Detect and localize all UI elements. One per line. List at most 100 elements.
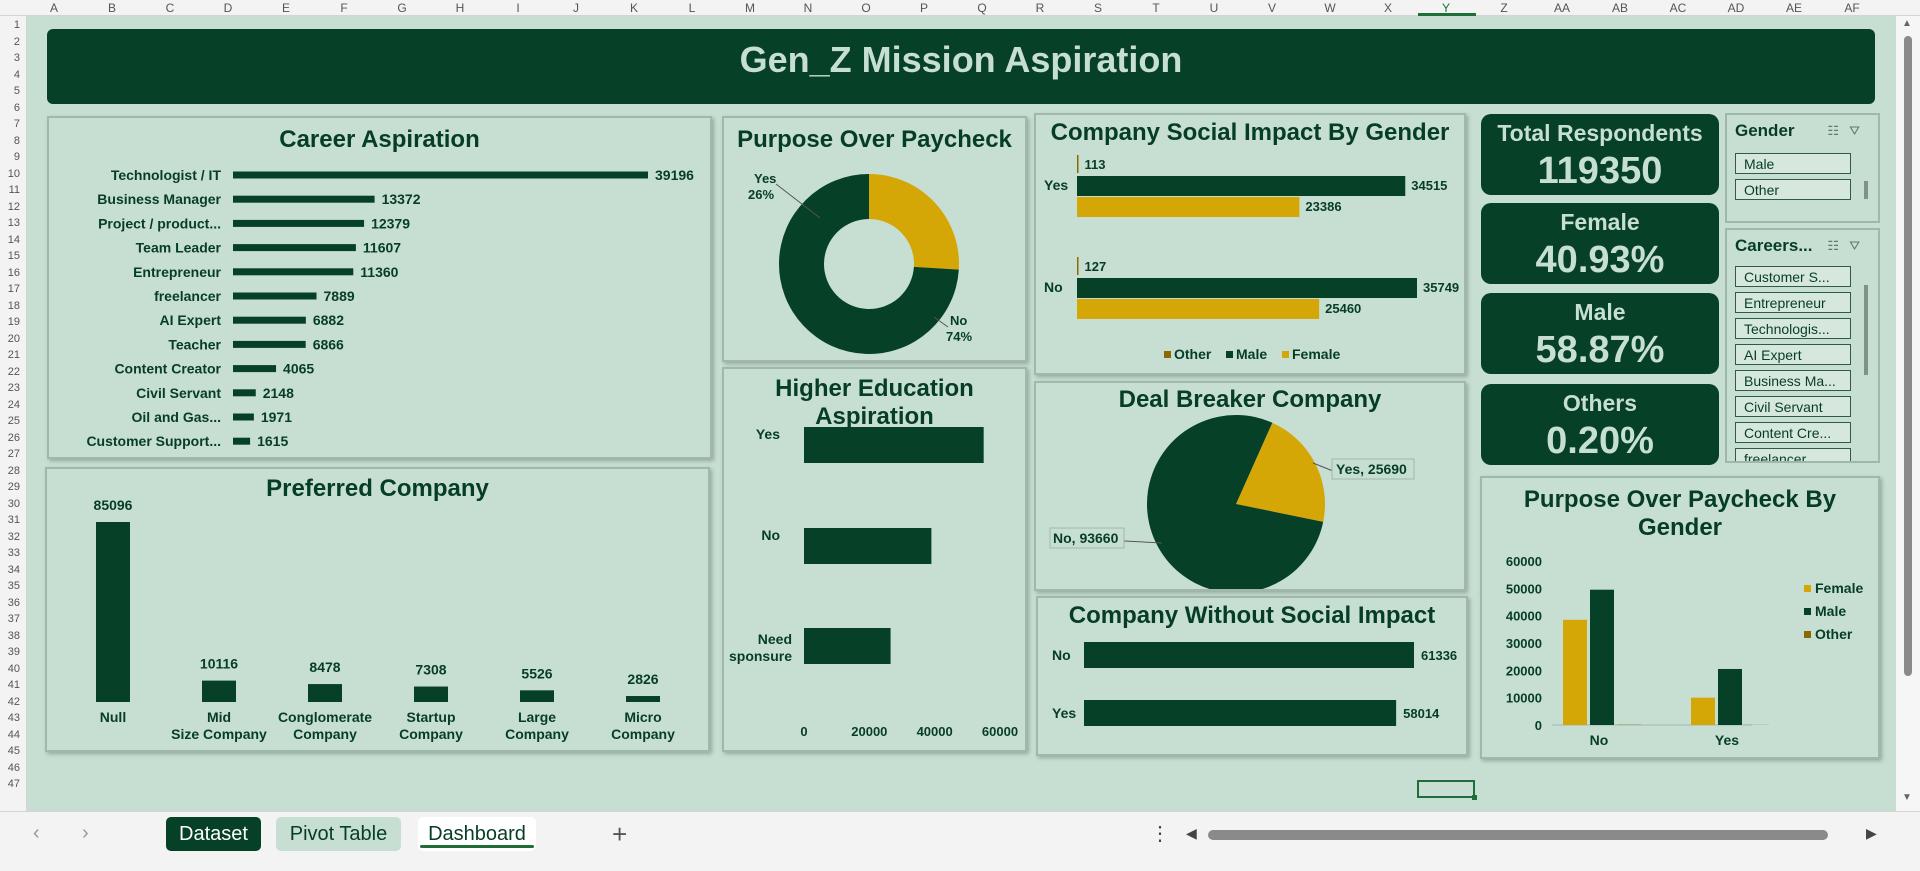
row-header-30[interactable]: 30 [8, 498, 20, 510]
row-header-21[interactable]: 21 [8, 349, 20, 361]
slicer-item[interactable]: Customer S... [1735, 266, 1851, 287]
row-header-34[interactable]: 34 [8, 564, 20, 576]
scroll-up-icon[interactable]: ▲ [1902, 18, 1912, 29]
vertical-scrollbar[interactable]: ▲ ▼ [1896, 16, 1920, 811]
row-header-10[interactable]: 10 [8, 168, 20, 180]
slicer-item[interactable]: AI Expert [1735, 344, 1851, 365]
column-header-W[interactable]: W [1324, 1, 1335, 15]
row-header-11[interactable]: 11 [9, 184, 20, 196]
row-header-3[interactable]: 3 [14, 52, 20, 64]
column-header-G[interactable]: G [397, 1, 406, 15]
row-header-1[interactable]: 1 [14, 19, 20, 31]
slicer-item-other[interactable]: Other [1735, 179, 1851, 200]
row-header-32[interactable]: 32 [8, 531, 20, 543]
row-header-40[interactable]: 40 [8, 663, 20, 675]
tab-dashboard[interactable]: Dashboard [418, 817, 536, 851]
multi-select-icon[interactable]: ☷ [1827, 238, 1849, 253]
slicer-item-male[interactable]: Male [1735, 153, 1851, 174]
row-header-8[interactable]: 8 [14, 135, 20, 147]
clear-filter-icon[interactable]: ⛛ [1849, 123, 1870, 138]
row-header-16[interactable]: 16 [8, 267, 20, 279]
row-header-14[interactable]: 14 [8, 234, 20, 246]
column-header-N[interactable]: N [804, 1, 813, 15]
row-header-28[interactable]: 28 [8, 465, 20, 477]
column-header-AD[interactable]: AD [1728, 1, 1745, 15]
slicer-scrollbar[interactable] [1864, 285, 1868, 375]
row-header-33[interactable]: 33 [8, 547, 20, 559]
kpi-male[interactable]: Male 58.87% [1481, 293, 1719, 374]
vertical-scroll-thumb[interactable] [1904, 36, 1912, 676]
column-header-AE[interactable]: AE [1786, 1, 1802, 15]
careers-slicer[interactable]: Careers... ☷⛛ Customer S... Entrepreneur… [1725, 228, 1880, 463]
slicer-item[interactable]: Entrepreneur [1735, 292, 1851, 313]
row-header-15[interactable]: 15 [8, 250, 20, 262]
row-header-39[interactable]: 39 [8, 646, 20, 658]
career-aspiration-chart[interactable]: Career Aspiration Technologist / IT 39196… [47, 116, 712, 459]
active-cell[interactable] [1417, 780, 1477, 800]
row-header-27[interactable]: 27 [8, 448, 20, 460]
dashboard-title-banner[interactable]: Gen_Z Mission Aspiration [47, 29, 1875, 104]
column-header-F[interactable]: F [340, 1, 347, 15]
purpose-over-paycheck-chart[interactable]: Purpose Over Paycheck Yes 26% No 74% [722, 116, 1027, 362]
column-header-L[interactable]: L [689, 1, 696, 15]
row-header-18[interactable]: 18 [8, 300, 20, 312]
slicer-item[interactable]: Business Ma... [1735, 370, 1851, 391]
column-header-AA[interactable]: AA [1554, 1, 1570, 15]
tab-pivot-table[interactable]: Pivot Table [276, 817, 401, 851]
row-header-31[interactable]: 31 [8, 514, 20, 526]
row-header-17[interactable]: 17 [8, 283, 20, 295]
row-header-45[interactable]: 45 [8, 745, 20, 757]
slicer-item[interactable]: Content Cre... [1735, 422, 1851, 443]
row-header-35[interactable]: 35 [8, 580, 20, 592]
next-sheet-icon[interactable]: › [82, 822, 89, 845]
fill-handle[interactable] [1472, 795, 1477, 800]
column-header-Q[interactable]: Q [977, 1, 986, 15]
more-options-icon[interactable]: ⋮ [1150, 821, 1170, 846]
purpose-by-gender-chart[interactable]: Purpose Over Paycheck By Gender 0 10000 20… [1480, 476, 1880, 759]
column-header-B[interactable]: B [108, 1, 116, 15]
row-header-12[interactable]: 12 [8, 201, 20, 213]
column-header-AF[interactable]: AF [1844, 1, 1859, 15]
scroll-left-icon[interactable]: ◀ [1186, 825, 1197, 842]
row-header-25[interactable]: 25 [8, 415, 20, 427]
slicer-item[interactable]: Technologis... [1735, 318, 1851, 339]
column-header-M[interactable]: M [745, 1, 755, 15]
column-header-O[interactable]: O [861, 1, 870, 15]
tab-dataset[interactable]: Dataset [166, 817, 261, 851]
column-header-K[interactable]: K [630, 1, 638, 15]
column-header-S[interactable]: S [1094, 1, 1102, 15]
scroll-right-icon[interactable]: ▶ [1866, 825, 1877, 842]
column-header-D[interactable]: D [224, 1, 233, 15]
row-header-13[interactable]: 13 [8, 217, 20, 229]
slicer-item[interactable]: freelancer [1735, 448, 1851, 461]
column-header-H[interactable]: H [456, 1, 465, 15]
deal-breaker-chart[interactable]: Deal Breaker Company Yes, 25690 No, 93660 [1034, 381, 1466, 591]
column-header-C[interactable]: C [166, 1, 175, 15]
kpi-female[interactable]: Female 40.93% [1481, 203, 1719, 284]
column-header-AC[interactable]: AC [1670, 1, 1687, 15]
column-header-Y[interactable]: Y [1442, 1, 1450, 15]
column-header-Z[interactable]: Z [1500, 1, 1507, 15]
higher-education-chart[interactable]: Higher Education Aspiration Yes No Need spo… [722, 367, 1027, 752]
kpi-others[interactable]: Others 0.20% [1481, 384, 1719, 465]
kpi-total-respondents[interactable]: Total Respondents 119350 [1481, 114, 1719, 195]
row-header-38[interactable]: 38 [8, 630, 20, 642]
row-header-19[interactable]: 19 [8, 316, 20, 328]
row-header-22[interactable]: 22 [8, 366, 20, 378]
preferred-company-chart[interactable]: Preferred Company 85096 Null 10116 Mid Size … [45, 467, 710, 752]
row-header-4[interactable]: 4 [14, 69, 20, 81]
row-header-36[interactable]: 36 [8, 597, 20, 609]
row-header-44[interactable]: 44 [8, 729, 20, 741]
add-sheet-icon[interactable]: + [612, 819, 627, 850]
row-header-7[interactable]: 7 [14, 118, 20, 130]
gender-slicer[interactable]: Gender ☷⛛ Male Other [1725, 113, 1880, 223]
row-header-6[interactable]: 6 [14, 102, 20, 114]
column-header-AB[interactable]: AB [1612, 1, 1628, 15]
column-header-V[interactable]: V [1268, 1, 1276, 15]
column-header-E[interactable]: E [282, 1, 290, 15]
row-header-46[interactable]: 46 [8, 762, 20, 774]
column-header-J[interactable]: J [573, 1, 579, 15]
social-impact-by-gender-chart[interactable]: Company Social Impact By Gender Yes 113 34… [1034, 113, 1466, 375]
row-header-42[interactable]: 42 [8, 696, 20, 708]
row-header-2[interactable]: 2 [14, 36, 20, 48]
